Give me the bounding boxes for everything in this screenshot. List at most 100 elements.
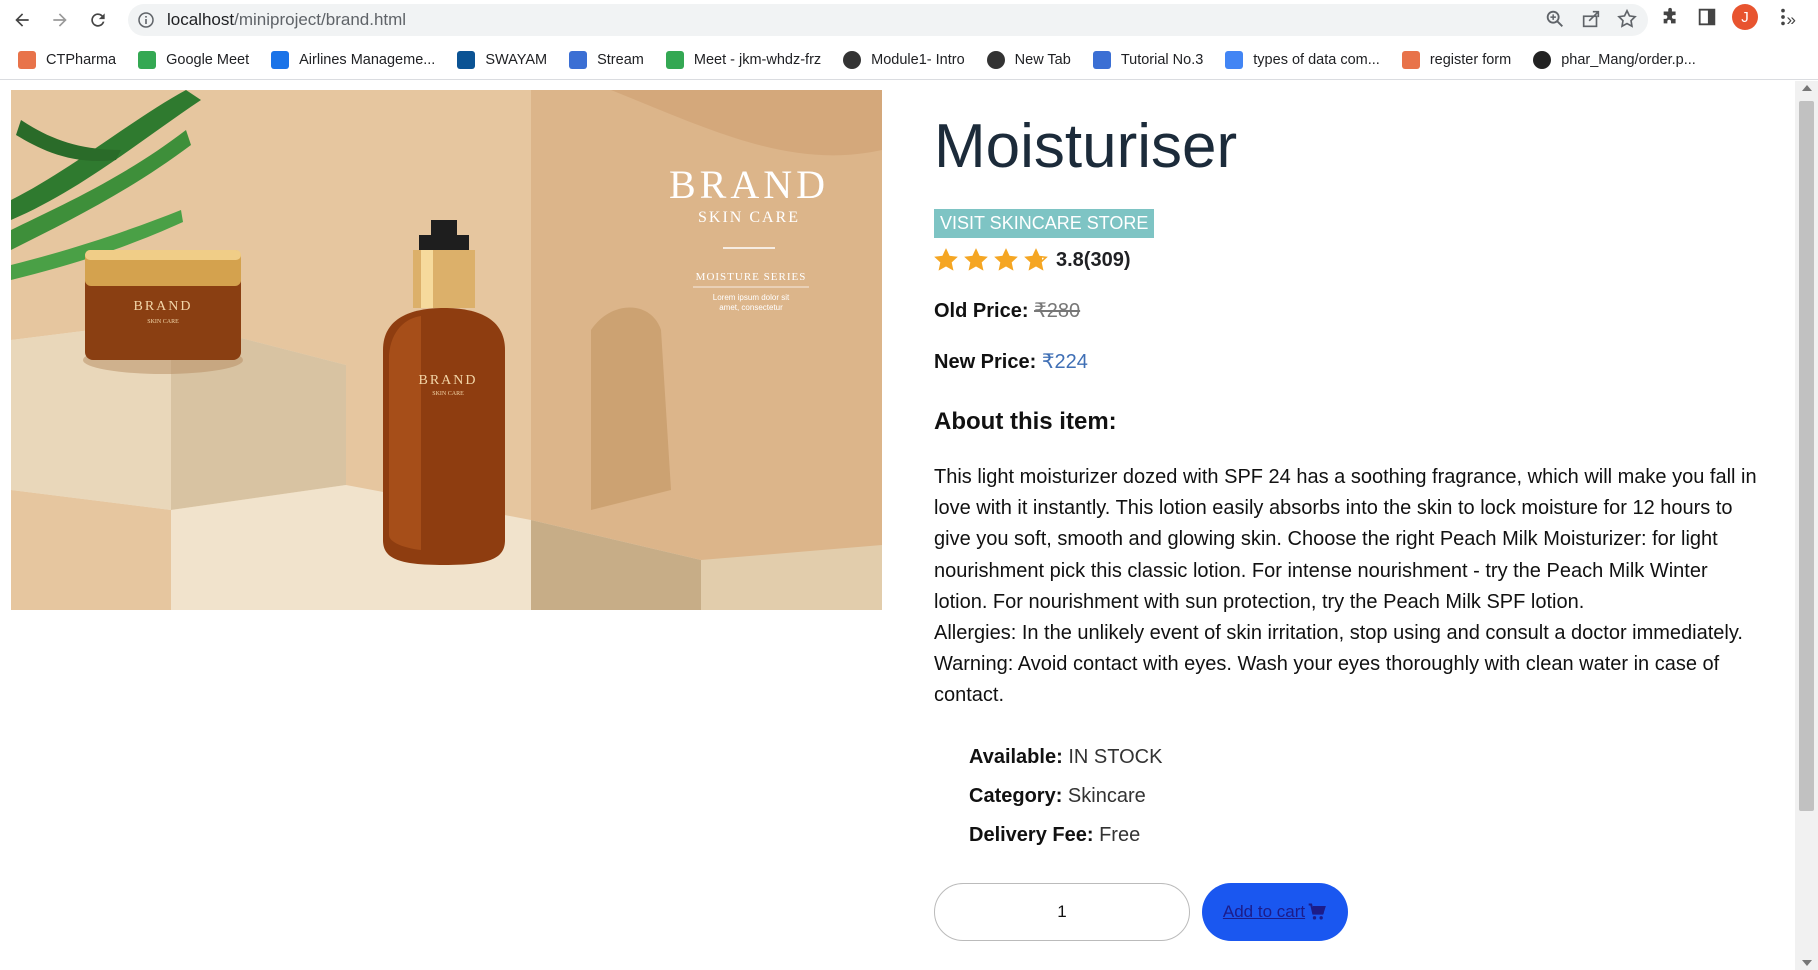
bookmark-label: Tutorial No.3 (1120, 51, 1204, 68)
meet-icon (665, 50, 684, 69)
bookmark-item[interactable]: phar_Mang/order.p... (1533, 50, 1696, 69)
page-viewport: BRAND SKIN CARE MOISTURE SERIES Lorem ip… (0, 81, 1795, 970)
zoom-icon[interactable] (1544, 8, 1566, 30)
share-icon[interactable] (1580, 8, 1602, 30)
availability-value: IN STOCK (1068, 745, 1163, 768)
bookmark-item[interactable]: Stream (569, 50, 644, 69)
rating-text: 3.8(309) (1056, 248, 1131, 271)
rating-stars (934, 248, 1054, 272)
star-bookmark-icon[interactable] (1616, 8, 1638, 30)
bookmarks-overflow-icon[interactable]: » (1787, 10, 1796, 30)
orange-square-icon (18, 50, 36, 69)
reload-button[interactable] (82, 4, 114, 36)
star-full-icon (994, 248, 1018, 271)
old-price-row: Old Price: ₹280 (934, 298, 1764, 323)
reload-icon (91, 13, 105, 27)
browser-right-tools: J (1660, 4, 1794, 30)
product-image: BRAND SKIN CARE MOISTURE SERIES Lorem ip… (11, 90, 882, 610)
puzzle-extension-icon[interactable] (1660, 6, 1682, 28)
bookmark-item[interactable]: New Tab (986, 50, 1071, 69)
bookmark-item[interactable]: types of data com... (1225, 50, 1380, 69)
about-heading: About this item: (934, 408, 1117, 435)
brand-text: BRAND (669, 162, 829, 207)
url-text: localhost/miniproject/brand.html (167, 10, 406, 30)
bookmark-label: Module1- Intro (871, 51, 965, 68)
bookmark-item[interactable]: Google Meet (138, 50, 250, 69)
delivery-value: Free (1099, 823, 1141, 846)
lorem-text-2: amet, consectetur (719, 303, 783, 312)
description-main: This light moisturizer dozed with SPF 24… (934, 466, 1757, 613)
bookmark-label: phar_Mang/order.p... (1561, 51, 1696, 68)
delivery-row: Delivery Fee: Free (969, 816, 1764, 855)
scroll-up-icon[interactable] (1802, 85, 1812, 91)
stream-icon (569, 50, 588, 69)
bottle-skincare-text: SKIN CARE (432, 391, 464, 397)
quantity-input[interactable]: 1 (934, 882, 1190, 941)
bookmark-label: Google Meet (166, 51, 250, 68)
new-price-label: New Price: (934, 351, 1037, 373)
add-to-cart-button[interactable]: Add to cart (1202, 882, 1348, 941)
bookmark-label: Meet - jkm-whdz-frz (693, 51, 822, 68)
scroll-down-icon[interactable] (1802, 960, 1812, 966)
arrow-right-icon (53, 13, 67, 27)
arrow-left-icon (15, 13, 29, 27)
globe-icon (843, 50, 862, 69)
skin-care-text: SKIN CARE (698, 209, 800, 226)
product-description: This light moisturizer dozed with SPF 24… (934, 462, 1760, 712)
orange-square-icon (1401, 50, 1420, 69)
bookmark-label: Stream (597, 51, 644, 68)
rating: 3.8(309) (934, 248, 1764, 272)
globe-icon (986, 50, 1005, 69)
bookmark-item[interactable]: CTPharma (18, 50, 117, 69)
google-icon (1225, 50, 1244, 69)
visit-store-button[interactable]: VISIT SKINCARE STORE (934, 209, 1155, 238)
page-scrollbar[interactable] (1795, 81, 1818, 970)
bookmark-label: Airlines Manageme... (299, 51, 436, 68)
bottle-brand-text: BRAND (418, 373, 477, 388)
star-half-icon (1024, 248, 1048, 271)
scrollbar-thumb[interactable] (1799, 101, 1814, 811)
bookmark-label: SWAYAM (485, 51, 548, 68)
category-row: Category: Skincare (969, 777, 1764, 816)
bookmark-label: types of data com... (1253, 51, 1380, 68)
old-price-value: ₹280 (1034, 300, 1081, 322)
url-path: /miniproject/brand.html (234, 10, 407, 29)
delivery-label: Delivery Fee: (969, 823, 1094, 846)
bookmark-label: CTPharma (46, 51, 117, 68)
bookmark-item[interactable]: register form (1401, 50, 1512, 69)
jar-skincare-text: SKIN CARE (147, 319, 179, 325)
swayam-icon (457, 50, 476, 69)
category-label: Category: (969, 784, 1063, 807)
description-warning: Warning: Avoid contact with eyes. Wash y… (934, 653, 1720, 707)
star-full-icon (964, 248, 988, 271)
url-host: localhost (167, 10, 235, 29)
bookmark-item[interactable]: Airlines Manageme... (271, 50, 436, 69)
new-price-value: ₹224 (1041, 351, 1088, 373)
add-to-cart-label: Add to cart (1222, 901, 1306, 921)
side-panel-icon[interactable] (1696, 6, 1718, 28)
new-price-row: New Price: ₹224 (934, 349, 1764, 374)
bookmark-item[interactable]: Module1- Intro (843, 50, 965, 69)
moisture-series-text: MOISTURE SERIES (696, 271, 807, 283)
bookmark-label: New Tab (1014, 51, 1071, 68)
info-icon (138, 12, 154, 28)
back-button[interactable] (6, 4, 38, 36)
description-allergies: Allergies: In the unlikely event of skin… (934, 622, 1743, 645)
product-details: Moisturiser VISIT SKINCARE STORE 3.8(309… (934, 81, 1764, 943)
profile-avatar[interactable]: J (1732, 4, 1758, 30)
product-illustration: BRAND SKIN CARE MOISTURE SERIES Lorem ip… (11, 90, 882, 610)
meet-icon (138, 50, 157, 69)
jar-brand-text: BRAND (133, 299, 192, 314)
browser-toolbar: localhost/miniproject/brand.html J (0, 0, 1818, 40)
bookmark-item[interactable]: SWAYAM (457, 50, 548, 69)
bookmark-label: register form (1429, 51, 1512, 68)
bookmark-item[interactable]: Meet - jkm-whdz-frz (665, 50, 822, 69)
person-icon (1092, 50, 1111, 69)
bookmark-item[interactable]: Tutorial No.3 (1092, 50, 1204, 69)
product-meta: Available: IN STOCK Category: Skincare D… (969, 738, 1764, 855)
address-bar[interactable]: localhost/miniproject/brand.html (128, 4, 1648, 36)
availability-row: Available: IN STOCK (969, 738, 1764, 777)
address-bar-actions (1544, 8, 1638, 30)
f-icon (271, 50, 290, 69)
forward-button[interactable] (44, 4, 76, 36)
